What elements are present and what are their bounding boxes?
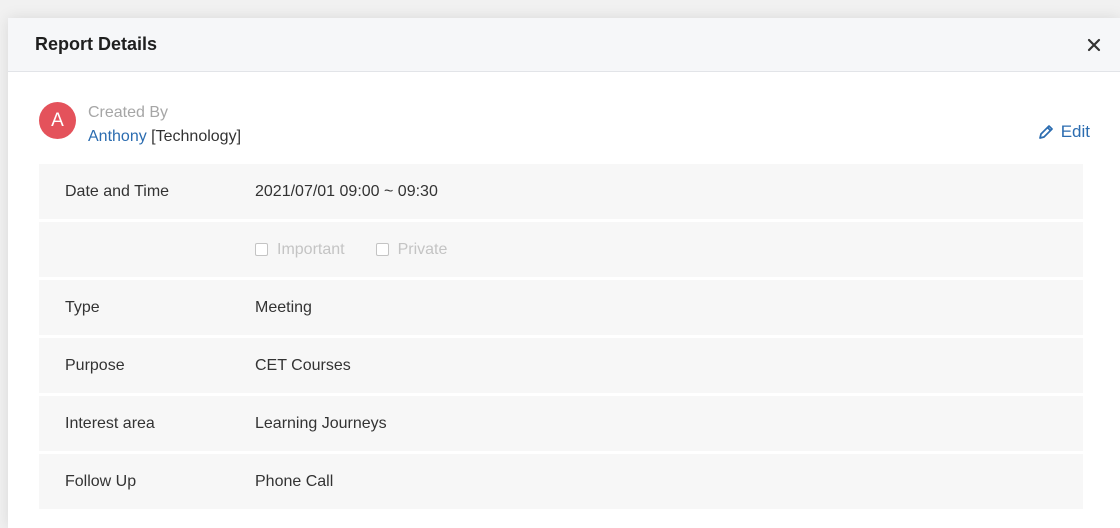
purpose-value: CET Courses [255,356,351,374]
private-checkbox[interactable]: Private [375,240,448,259]
interest-area-value: Learning Journeys [255,414,387,432]
creator-name-link[interactable]: Anthony [88,128,147,145]
date-time-value: 2021/07/01 09:00 ~ 09:30 [255,182,438,200]
row-follow-up: Follow Up Phone Call [39,454,1083,509]
private-label: Private [397,240,448,258]
details-table: Date and Time 2021/07/01 09:00 ~ 09:30 I… [39,164,1083,512]
avatar: A [39,102,76,139]
creator-text: Created By Anthony [Technology] [88,101,241,149]
important-checkbox-box[interactable] [255,243,268,256]
modal-title: Report Details [35,34,158,54]
close-button[interactable] [1078,29,1110,61]
follow-up-value: Phone Call [255,472,334,490]
edit-button[interactable]: Edit [1037,122,1090,142]
created-by-label: Created By [88,104,169,121]
follow-up-label: Follow Up [65,472,137,490]
important-label: Important [277,240,345,258]
row-flags: Important Private [39,222,1083,277]
interest-area-label: Interest area [65,414,155,432]
close-icon [1087,38,1101,51]
row-date-time: Date and Time 2021/07/01 09:00 ~ 09:30 [39,164,1083,219]
edit-label: Edit [1060,122,1090,141]
creator-department: [Technology] [151,128,242,145]
type-label: Type [65,298,100,316]
creator-block: A Created By Anthony [Technology] [39,101,241,149]
private-checkbox-box[interactable] [375,243,389,256]
modal-header: Report Details [8,18,1120,72]
row-type: Type Meeting [39,280,1083,335]
row-purpose: Purpose CET Courses [39,338,1083,393]
creator-line: Anthony [Technology] [88,125,241,149]
important-checkbox[interactable]: Important [255,241,345,259]
row-interest-area: Interest area Learning Journeys [39,396,1083,451]
date-time-label: Date and Time [65,182,170,200]
flags-checkboxes: Important Private [255,241,1083,259]
pencil-icon [1038,125,1053,139]
type-value: Meeting [255,298,312,316]
purpose-label: Purpose [65,356,125,374]
